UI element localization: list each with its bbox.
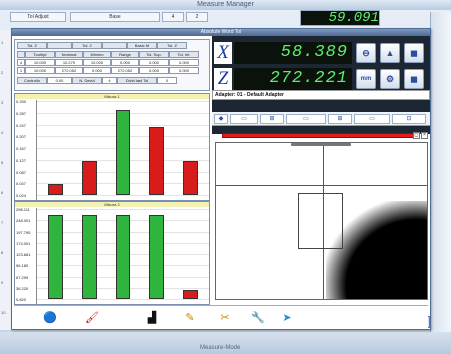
- table-header-row: Tol. Z Tol. 2 Basic M Tol. Z: [17, 42, 187, 49]
- z-axis-label: Z: [214, 68, 232, 90]
- pen-icon[interactable]: ✎: [182, 310, 198, 326]
- y-tick-label: 0.167: [16, 146, 27, 151]
- y-tick-label: 0.047: [16, 181, 27, 187]
- camera-restore-button[interactable]: ◻: [413, 132, 420, 139]
- camera-tool-button[interactable]: ⊞: [328, 114, 352, 124]
- gridline: [37, 195, 209, 196]
- camera-status-bar: [222, 133, 420, 138]
- table-row[interactable]: 4 10.000 10.279 10.000 0.000 0.000 0.000: [17, 59, 199, 66]
- x-axis-label: X: [214, 42, 232, 64]
- table-footer: Controllo 0.00 N. Devid 4 Divid last Tol…: [17, 77, 177, 84]
- camera-tool-button[interactable]: ◆: [214, 114, 228, 124]
- y-tick-label: 248.001: [16, 218, 31, 224]
- y-tick-label: 0.287: [16, 110, 27, 116]
- y-tick-label: 0.087: [16, 169, 27, 175]
- table-row[interactable]: 1 10.000 272.052 0.000 272.052 0.000 0.0…: [17, 67, 199, 74]
- y-tick-label: 67.299: [16, 274, 29, 280]
- window-title: Absolute Word Tol: [12, 29, 430, 36]
- y-tick-label: 197.795: [16, 229, 31, 235]
- bar-chart-misura-1: Misura 1 0.330 0.287 0.247 0.207 0.167 0.127 0…: [14, 93, 210, 201]
- bar: [48, 183, 64, 195]
- camera-tool-button[interactable]: ⊞: [260, 114, 284, 124]
- camera-view[interactable]: [215, 142, 428, 300]
- measure-window: Absolute Word Tol Tol. Z Tol. 2 Basic M …: [11, 28, 431, 330]
- crosshair-horizontal: [216, 185, 427, 186]
- camera-top-handle[interactable]: [291, 143, 351, 146]
- x-readout: 58.389: [234, 42, 352, 64]
- bar: [182, 160, 198, 195]
- bar: [182, 290, 198, 299]
- measurement-box[interactable]: [298, 193, 343, 249]
- y-tick-label: 96.180: [16, 263, 29, 269]
- info-icon[interactable]: 🔵: [42, 310, 58, 326]
- bg-toolbar-tol-adjust[interactable]: Tol Adjust: [10, 12, 66, 22]
- bar-chart-misura-2: Misura 2 298.111 248.001 197.795 174.001 123…: [14, 201, 210, 305]
- bottom-toolbar: 🔵 🖌 ▟ ✎ ✂ 🔧 ➤: [14, 305, 428, 329]
- dro-z-row: Z 272.221 mm ⚙ ◼: [214, 68, 428, 90]
- probe-button[interactable]: ⚙: [380, 69, 400, 89]
- minus-button[interactable]: ⊖: [356, 43, 376, 63]
- y-tick-label: 174.001: [16, 240, 31, 246]
- layers-button[interactable]: ◼: [404, 43, 424, 63]
- bg-toolbar-2[interactable]: 2: [186, 12, 208, 22]
- bg-toolbar-4[interactable]: 4: [162, 12, 184, 22]
- bar: [82, 215, 97, 299]
- bg-bottom-caption: Measure-Mode: [200, 345, 241, 351]
- table-column-headers: Toolhpt Nominal Minimo Range Tol. Sup. T…: [17, 51, 199, 58]
- gridline: [37, 209, 209, 210]
- up-arrow-button[interactable]: ▲: [380, 43, 400, 63]
- z-readout: 272.221: [234, 68, 352, 90]
- chart-title: Misura 1: [15, 94, 209, 99]
- wrench-icon[interactable]: 🔧: [250, 310, 266, 326]
- y-tick-label: 0.207: [16, 134, 27, 140]
- camera-tool-button[interactable]: ▭: [230, 114, 258, 124]
- paint-icon[interactable]: 🖌: [84, 310, 100, 326]
- bg-dro-display: 59.091: [300, 10, 380, 26]
- bar: [149, 215, 164, 299]
- chart-title: Misura 2: [15, 202, 209, 207]
- y-tick-label: 36.220: [16, 285, 29, 291]
- y-tick-label: 0.127: [16, 157, 27, 163]
- gridline: [37, 299, 209, 300]
- camera-tool-button[interactable]: ⊡: [392, 114, 426, 124]
- adapter-label: Adapter: 01 - Default Adapter: [212, 90, 430, 100]
- y-tick-label: 0.820: [16, 297, 27, 302]
- y-tick-label: 298.111: [16, 207, 30, 212]
- unit-mm-button[interactable]: mm: [356, 69, 376, 89]
- tools-icon[interactable]: ✂: [217, 310, 233, 326]
- y-tick-label: 123.681: [16, 252, 31, 257]
- y-tick-label: 0.247: [16, 122, 27, 128]
- camera-tool-button[interactable]: ▭: [286, 114, 326, 124]
- settings-button[interactable]: ◼: [404, 69, 424, 89]
- camera-tool-button[interactable]: ▭: [354, 114, 390, 124]
- gridline: [37, 101, 209, 102]
- camera-close-button[interactable]: ×: [421, 132, 428, 139]
- bg-right-panel: [430, 12, 451, 332]
- background-title: Measure Manager: [0, 0, 451, 10]
- bar: [82, 160, 97, 195]
- bar: [115, 109, 131, 195]
- y-tick-label: 0.024: [16, 193, 27, 198]
- y-tick-label: 0.330: [16, 99, 27, 104]
- bar: [48, 215, 64, 299]
- chart-icon[interactable]: ▟: [144, 310, 160, 326]
- bar: [149, 126, 164, 195]
- measurement-table: Tol. Z Tol. 2 Basic M Tol. Z Toolhpt Nom…: [14, 39, 210, 91]
- arrow-icon[interactable]: ➤: [279, 310, 295, 326]
- dro-x-row: X 58.389 ⊖ ▲ ◼: [214, 42, 428, 64]
- bar: [115, 215, 131, 299]
- bg-toolbar-base[interactable]: Base: [70, 12, 160, 22]
- camera-toolbar: ◆ ▭ ⊞ ▭ ⊞ ▭ ⊡: [212, 112, 430, 126]
